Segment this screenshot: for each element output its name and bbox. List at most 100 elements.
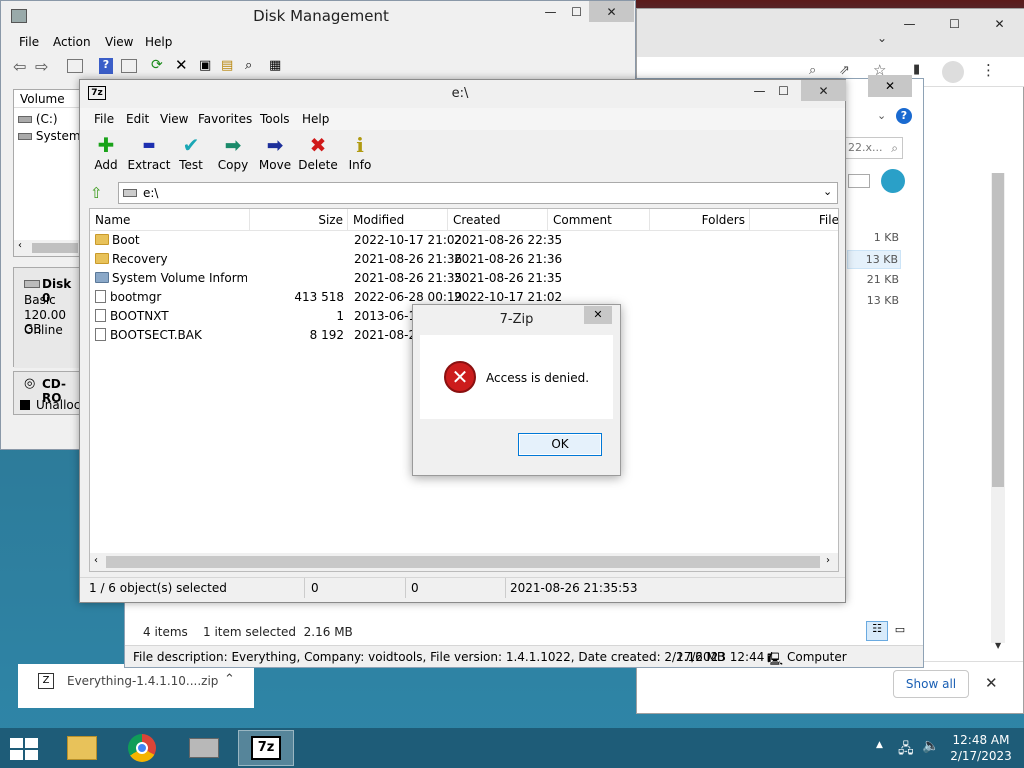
open-folder-icon[interactable]: ▤ <box>221 58 233 73</box>
search-icon[interactable]: ⌕ <box>809 63 816 78</box>
scroll-right-icon[interactable]: › <box>826 555 830 566</box>
menu-file[interactable]: File <box>94 112 114 126</box>
share-icon[interactable]: ⇗ <box>839 63 850 78</box>
column-header-modified[interactable]: Modified <box>348 209 448 231</box>
downloads-bar-right: Show all ✕ <box>893 661 1023 711</box>
chrome-close-button[interactable]: ✕ <box>977 13 1022 34</box>
maximize-button[interactable]: ☐ <box>761 80 806 101</box>
close-button[interactable]: ✕ <box>589 1 634 22</box>
menu-action[interactable]: Action <box>53 35 91 49</box>
chevron-down-icon[interactable]: ⌄ <box>877 31 887 45</box>
menu-help[interactable]: Help <box>145 35 172 49</box>
menu-favorites[interactable]: Favorites <box>198 112 252 126</box>
show-hidden-icons-icon[interactable]: ▲ <box>876 740 883 750</box>
sevenzip-taskbar-icon[interactable]: 7z <box>238 730 294 766</box>
chevron-up-icon[interactable]: ⌃ <box>224 672 235 687</box>
chrome-maximize-button[interactable]: ☐ <box>932 13 977 34</box>
column-header-files[interactable]: File <box>750 209 838 231</box>
status-divider <box>304 578 305 598</box>
delete-icon[interactable]: ✕ <box>175 56 188 74</box>
cdrom-panel[interactable]: ◎ CD-RO Unalloca <box>13 371 88 415</box>
search-icon[interactable]: ⌕ <box>245 58 252 73</box>
menu-view[interactable]: View <box>160 112 188 126</box>
disk-management-icon <box>11 9 27 23</box>
menu-file[interactable]: File <box>19 35 39 49</box>
column-header-created[interactable]: Created <box>448 209 548 231</box>
chevron-down-icon[interactable]: ⌄ <box>823 185 832 198</box>
forward-icon[interactable]: ⇨ <box>35 57 48 76</box>
back-icon[interactable]: ⇦ <box>13 57 26 76</box>
large-icons-view-icon[interactable]: ▭ <box>892 623 908 639</box>
avatar[interactable] <box>942 61 964 83</box>
row-name-cell: System Volume Informa... <box>95 269 247 288</box>
row-name-cell: bootmgr <box>95 288 247 307</box>
menu-view[interactable]: View <box>105 35 133 49</box>
network-icon[interactable]: 🖧 <box>898 738 914 762</box>
dialog-close-button[interactable]: ✕ <box>584 306 612 324</box>
scroll-left-icon[interactable]: ‹ <box>94 555 98 566</box>
status-computer: Computer <box>787 650 847 664</box>
folder-icon <box>95 272 109 283</box>
view-icon[interactable] <box>848 174 870 188</box>
details-view-icon[interactable]: ☷ <box>866 621 888 641</box>
refresh-icon[interactable]: ⟳ <box>151 57 163 73</box>
scrollbar-thumb[interactable] <box>992 173 1004 487</box>
help-icon[interactable]: ? <box>99 58 113 74</box>
menu-edit[interactable]: Edit <box>126 112 149 126</box>
volume-hscroll[interactable]: ‹ <box>14 240 80 256</box>
chevron-down-icon[interactable]: ⌄ <box>877 109 886 122</box>
chrome-taskbar-icon[interactable] <box>114 730 170 766</box>
help-icon[interactable]: ? <box>896 108 912 124</box>
extract-button[interactable]: ▬ Extract <box>127 132 171 172</box>
volume-icon[interactable]: 🔈 <box>922 738 939 754</box>
column-header-comment[interactable]: Comment <box>548 209 650 231</box>
sidepanel-icon[interactable]: ▮ <box>913 62 920 77</box>
column-header-name[interactable]: Name <box>90 209 250 231</box>
explorer-search-box[interactable]: 22.x... ⌕ <box>843 137 903 159</box>
settings-icon[interactable]: ▦ <box>269 58 281 73</box>
address-combobox[interactable]: e:\ ⌄ <box>118 182 838 204</box>
status-bar: 1 / 6 object(s) selected 0 0 2021-08-26 … <box>80 577 845 599</box>
console-tree-icon[interactable] <box>67 59 83 73</box>
button-label: Test <box>179 158 203 172</box>
delete-button[interactable]: ✖ Delete <box>296 132 340 172</box>
scrollbar-thumb[interactable] <box>106 556 820 568</box>
download-item[interactable]: Z Everything-1.4.1.10....zip ⌃ <box>18 664 254 708</box>
info-button[interactable]: i Info <box>338 132 382 172</box>
row-created: 2021-08-26 21:35 <box>454 271 563 285</box>
more-menu-icon[interactable]: ⋮ <box>981 61 996 79</box>
table-row[interactable]: Recovery 2021-08-26 21:36 2021-08-26 21:… <box>90 250 838 269</box>
up-folder-icon[interactable]: ⇧ <box>90 184 103 202</box>
chrome-minimize-button[interactable]: — <box>887 13 932 34</box>
file-explorer-taskbar-icon[interactable] <box>54 730 110 766</box>
explorer-close-button[interactable]: ✕ <box>868 75 912 97</box>
disk0-label[interactable]: Disk 0 Basic 120.00 GB Online <box>14 268 82 368</box>
list-hscroll[interactable]: ‹ › <box>90 553 838 571</box>
add-button[interactable]: ✚ Add <box>84 132 128 172</box>
column-header-size[interactable]: Size <box>250 209 348 231</box>
close-button[interactable]: ✕ <box>801 80 846 101</box>
close-downloads-icon[interactable]: ✕ <box>985 674 998 692</box>
show-all-button[interactable]: Show all <box>893 670 969 698</box>
column-header-volume[interactable]: Volume <box>14 90 82 108</box>
table-row[interactable]: Boot 2022-10-17 21:02 2021-08-26 22:35 <box>90 231 838 250</box>
disk-management-taskbar-icon[interactable] <box>176 730 232 766</box>
ok-button[interactable]: OK <box>518 433 602 456</box>
column-header-folders[interactable]: Folders <box>650 209 750 231</box>
table-row[interactable]: System Volume Informa... 2021-08-26 21:3… <box>90 269 838 288</box>
copy-button[interactable]: ➡ Copy <box>211 132 255 172</box>
test-button[interactable]: ✔ Test <box>169 132 213 172</box>
scroll-down-icon[interactable]: ▼ <box>995 641 1001 650</box>
menu-tools[interactable]: Tools <box>260 112 290 126</box>
volume-row[interactable]: (C:) <box>18 112 58 126</box>
windows-start-icon[interactable] <box>10 738 38 760</box>
scrollbar-thumb[interactable] <box>32 243 78 253</box>
scroll-left-icon[interactable]: ‹ <box>18 240 22 251</box>
chrome-scrollbar[interactable] <box>991 173 1005 643</box>
check-icon[interactable]: ▣ <box>199 58 211 73</box>
clock[interactable]: 12:48 AM 2/17/2023 <box>948 732 1014 764</box>
shell-icon[interactable] <box>881 169 905 193</box>
properties-icon[interactable] <box>121 59 137 73</box>
menu-help[interactable]: Help <box>302 112 329 126</box>
move-button[interactable]: ➡ Move <box>253 132 297 172</box>
